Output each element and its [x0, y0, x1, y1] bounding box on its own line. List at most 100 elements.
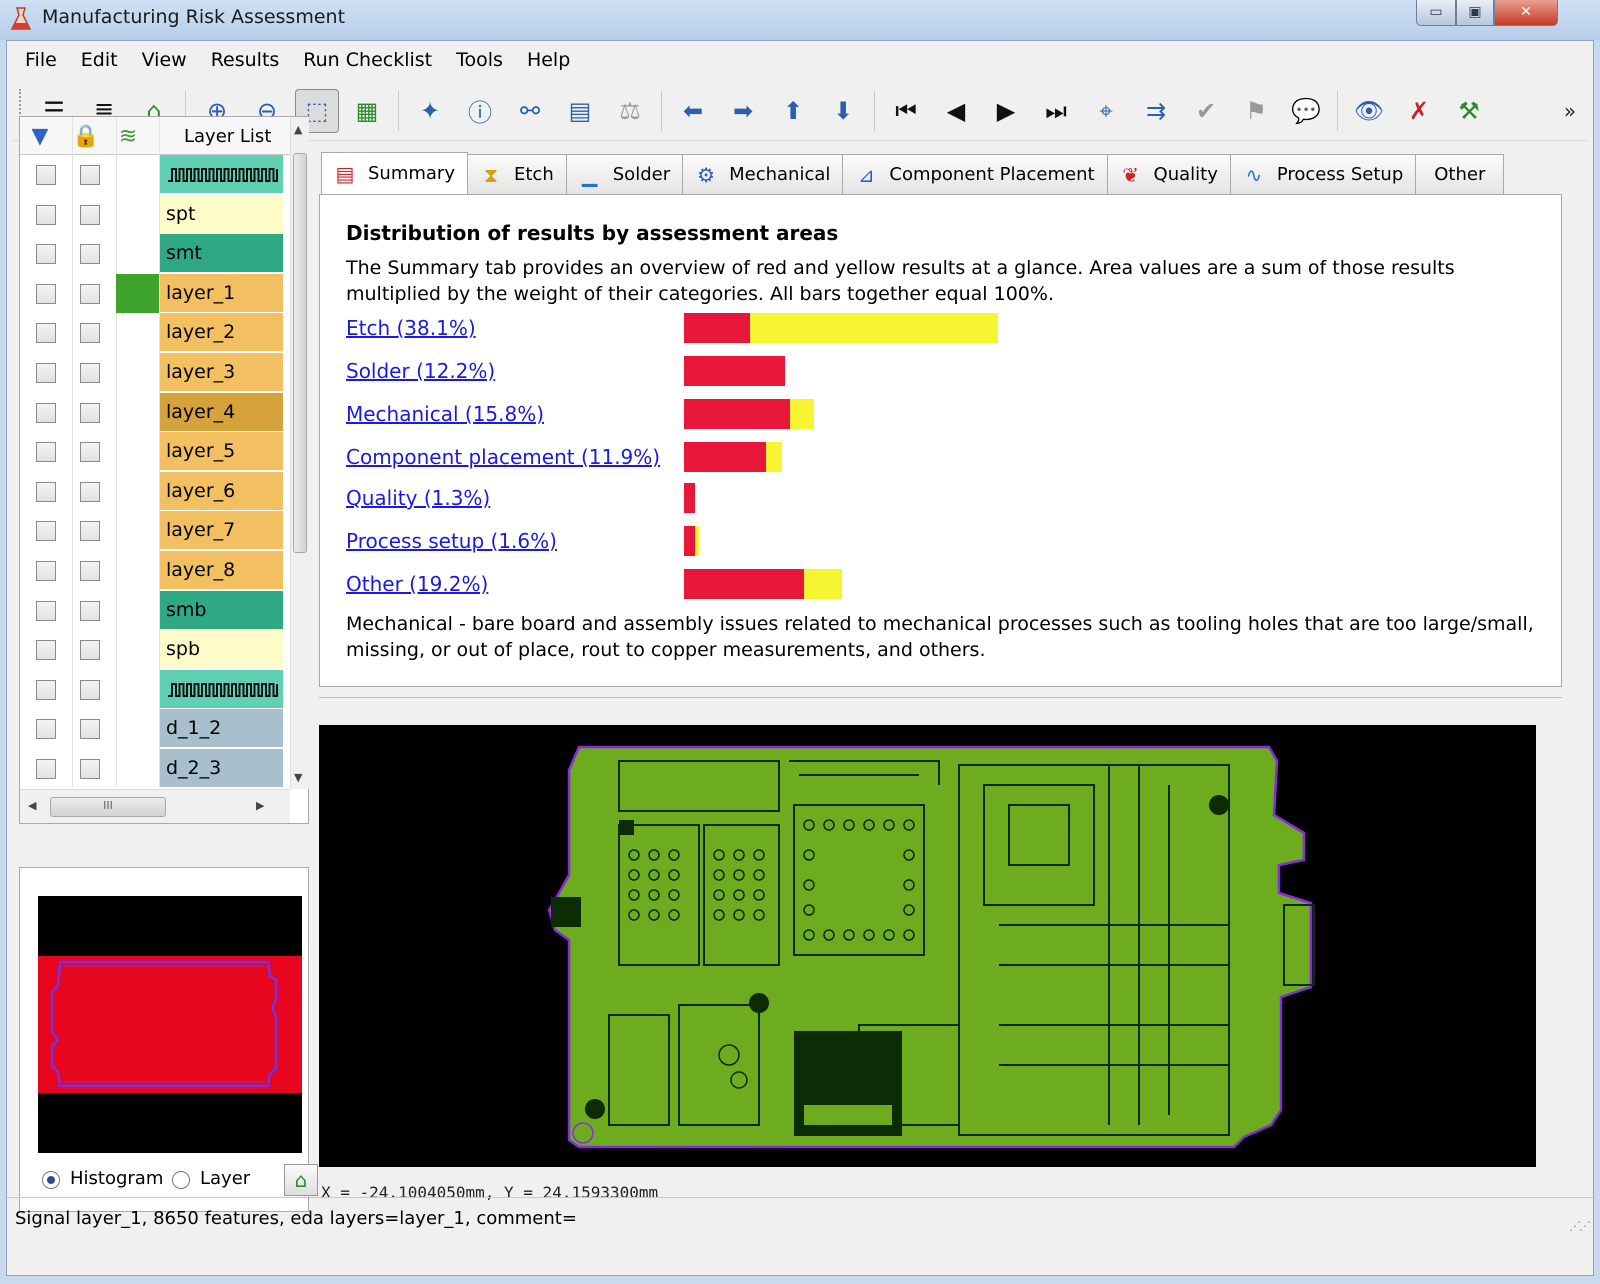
layer-display-checkbox[interactable]: [36, 759, 56, 779]
info-icon[interactable]: ⓘ: [458, 89, 502, 133]
menu-results[interactable]: Results: [199, 49, 292, 71]
resize-grip-icon[interactable]: ⋰⋰: [1569, 1219, 1591, 1233]
layer-connector-pattern[interactable]: [160, 669, 283, 709]
layer-display-checkbox[interactable]: [36, 323, 56, 344]
board-canvas[interactable]: [319, 725, 1536, 1167]
layer-lock-checkbox[interactable]: [80, 679, 100, 700]
tab-quality[interactable]: ❦ Quality: [1106, 154, 1231, 194]
tab-summary[interactable]: ▤ Summary: [321, 152, 468, 194]
minimize-button[interactable]: ▭: [1416, 0, 1456, 26]
layer-list-horizontal-scrollbar[interactable]: ◀ III ▶: [20, 789, 290, 823]
layer-lock-checkbox[interactable]: [80, 759, 100, 779]
arrow-up-icon[interactable]: ⬆: [771, 89, 815, 133]
layer-visibility-swatch[interactable]: [116, 155, 159, 194]
layer-name[interactable]: smb: [160, 590, 283, 630]
layer-visibility-swatch[interactable]: [116, 591, 159, 630]
layer-row[interactable]: d_1_2: [20, 709, 290, 749]
layer-name[interactable]: d_1_2: [160, 709, 283, 749]
checkmark-icon[interactable]: ✔: [1184, 89, 1228, 133]
layer-lock-checkbox[interactable]: [80, 521, 100, 542]
layer-display-checkbox[interactable]: [36, 244, 56, 265]
layer-name[interactable]: smt: [160, 234, 283, 274]
maximize-button[interactable]: ▣: [1456, 0, 1494, 26]
layer-visibility-swatch[interactable]: [116, 273, 159, 313]
layer-row[interactable]: smb: [20, 590, 290, 631]
area-link[interactable]: Process setup (1.6%): [346, 526, 557, 556]
area-link[interactable]: Etch (38.1%): [346, 313, 476, 343]
last-result-icon[interactable]: ⏭: [1034, 89, 1078, 133]
layer-visibility-swatch[interactable]: [116, 511, 159, 550]
layer-row[interactable]: layer_1: [20, 273, 290, 314]
layer-name[interactable]: d_2_3: [160, 749, 283, 788]
settings-tools-icon[interactable]: ⚒: [1447, 89, 1491, 133]
scroll-up-icon[interactable]: ▲: [294, 123, 302, 136]
area-link[interactable]: Component placement (11.9%): [346, 442, 660, 472]
tab-solder[interactable]: ▁ Solder: [565, 154, 684, 194]
select-icon[interactable]: ✦: [408, 89, 452, 133]
layer-lock-checkbox[interactable]: [80, 640, 100, 661]
layer-name[interactable]: layer_7: [160, 511, 283, 551]
layer-display-checkbox[interactable]: [36, 521, 56, 542]
find-binoculars-icon[interactable]: ⚯: [508, 89, 552, 133]
layer-display-checkbox[interactable]: [36, 481, 56, 502]
layer-radio-label[interactable]: Layer: [200, 1168, 250, 1189]
layer-display-checkbox[interactable]: [36, 600, 56, 621]
tab-etch[interactable]: ⧗ Etch: [467, 154, 567, 194]
layers-stack-icon[interactable]: ≋: [116, 125, 140, 149]
histogram-radio[interactable]: [42, 1171, 60, 1189]
area-link[interactable]: Other (19.2%): [346, 569, 488, 599]
tab-other[interactable]: Other: [1415, 154, 1505, 194]
layer-row[interactable]: layer_4: [20, 392, 290, 433]
scrollbar-thumb[interactable]: III: [50, 797, 166, 817]
area-link[interactable]: Solder (12.2%): [346, 356, 495, 386]
previous-result-icon[interactable]: ◀: [934, 89, 978, 133]
layer-row[interactable]: d_2_3: [20, 749, 290, 789]
layer-display-checkbox[interactable]: [36, 165, 56, 185]
menu-edit[interactable]: Edit: [69, 49, 130, 71]
layer-lock-checkbox[interactable]: [80, 244, 100, 265]
layer-row[interactable]: [20, 155, 290, 195]
menu-help[interactable]: Help: [515, 49, 582, 71]
layer-lock-checkbox[interactable]: [80, 204, 100, 225]
layer-lock-checkbox[interactable]: [80, 323, 100, 344]
layer-lock-checkbox[interactable]: [80, 283, 100, 304]
layer-name[interactable]: spt: [160, 194, 283, 234]
scrollbar-thumb[interactable]: [293, 153, 307, 553]
layer-visibility-swatch[interactable]: [116, 670, 159, 709]
layer-lock-checkbox[interactable]: [80, 442, 100, 463]
layer-row[interactable]: layer_2: [20, 313, 290, 353]
scroll-left-icon[interactable]: ◀: [28, 799, 36, 812]
layer-visibility-swatch[interactable]: [116, 432, 159, 471]
eye-icon[interactable]: 👁: [1347, 89, 1391, 133]
layer-row[interactable]: spb: [20, 630, 290, 670]
layer-visibility-swatch[interactable]: [116, 195, 159, 234]
next-result-icon[interactable]: ▶: [984, 89, 1028, 133]
layer-display-checkbox[interactable]: [36, 719, 56, 740]
layer-visibility-swatch[interactable]: [116, 749, 159, 788]
layer-row[interactable]: layer_3: [20, 353, 290, 393]
layer-lock-checkbox[interactable]: [80, 719, 100, 740]
scroll-down-icon[interactable]: ▼: [294, 771, 302, 784]
layer-display-checkbox[interactable]: [36, 204, 56, 225]
layer-row[interactable]: layer_7: [20, 511, 290, 551]
comment-bubble-icon[interactable]: 💬: [1284, 89, 1328, 133]
layer-visibility-swatch[interactable]: [116, 630, 159, 669]
layer-display-checkbox[interactable]: [36, 283, 56, 304]
layer-display-checkbox[interactable]: [36, 442, 56, 463]
layer-row[interactable]: smt: [20, 234, 290, 274]
close-button[interactable]: ✕: [1494, 0, 1558, 26]
layer-name[interactable]: layer_8: [160, 551, 283, 590]
first-result-icon[interactable]: ⏮: [884, 89, 928, 133]
layer-name[interactable]: layer_3: [160, 353, 283, 392]
layer-connector-pattern[interactable]: [160, 155, 283, 194]
layer-name[interactable]: layer_5: [160, 432, 283, 472]
layer-display-checkbox[interactable]: [36, 402, 56, 423]
layer-lock-checkbox[interactable]: [80, 402, 100, 423]
area-link[interactable]: Mechanical (15.8%): [346, 399, 544, 429]
toolbar-overflow-icon[interactable]: »: [1556, 89, 1584, 133]
lock-icon[interactable]: 🔒: [72, 125, 99, 149]
layer-row[interactable]: layer_6: [20, 471, 290, 512]
layer-row[interactable]: [20, 669, 290, 710]
arrow-left-icon[interactable]: ⬅: [671, 89, 715, 133]
preview-histogram[interactable]: [38, 896, 302, 1153]
